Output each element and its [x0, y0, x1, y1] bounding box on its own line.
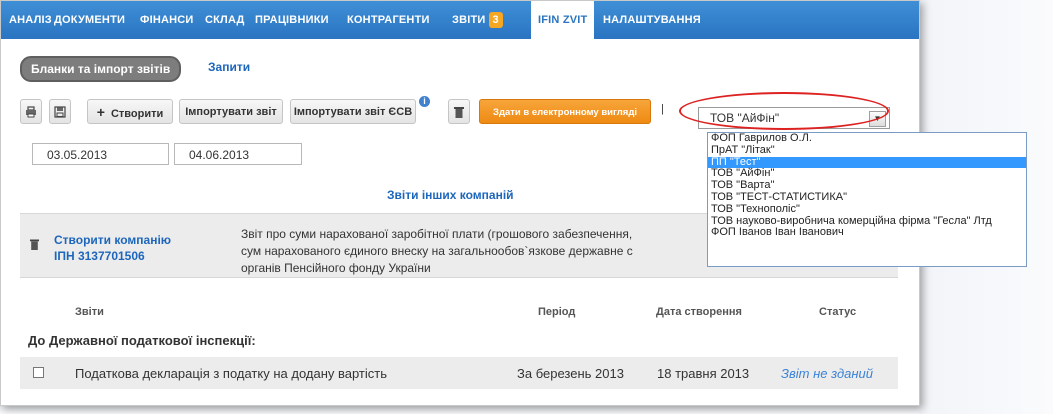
- company-option[interactable]: ТОВ "Технополіс": [708, 203, 1026, 216]
- column-header-period: Період: [538, 306, 576, 318]
- nav-employees[interactable]: ПРАЦІВНИКИ: [255, 1, 329, 39]
- row-checkbox[interactable]: [33, 367, 44, 378]
- create-button[interactable]: + Створити: [87, 99, 173, 124]
- dropdown-arrow-icon[interactable]: ▼: [869, 111, 886, 127]
- company-select[interactable]: ТОВ "АйФін" ▼: [698, 107, 890, 129]
- nav-finance[interactable]: ФІНАНСИ: [140, 1, 194, 39]
- date-from-input[interactable]: 03.05.2013: [32, 143, 169, 165]
- save-button[interactable]: [49, 99, 71, 124]
- nav-analysis[interactable]: АНАЛІЗ: [9, 1, 52, 39]
- other-companies-title: Звіти інших компаній: [387, 188, 514, 202]
- report-period: За березень 2013: [517, 366, 624, 381]
- import-esv-report-button[interactable]: Імпортувати звіт ЄСВ: [290, 99, 416, 124]
- trash-icon: [454, 107, 464, 118]
- company-option[interactable]: ФОП Іванов Іван Іванович: [708, 227, 1026, 239]
- group-tax-inspection: До Державної податкової інспекції:: [28, 333, 256, 348]
- reports-count-badge: 3: [488, 12, 503, 29]
- tab-requests[interactable]: Запити: [208, 60, 250, 74]
- report-description[interactable]: Звіт про суми нарахованої заробітної пла…: [241, 226, 701, 277]
- toolbar-separator: |: [661, 103, 664, 115]
- company-option[interactable]: ПрАТ "Літак": [708, 144, 1026, 157]
- top-navbar: АНАЛІЗ ДОКУМЕНТИ ФІНАНСИ СКЛАД ПРАЦІВНИК…: [1, 1, 919, 39]
- nav-reports-label: ЗВІТИ: [452, 14, 486, 26]
- plus-icon: +: [96, 104, 105, 120]
- column-header-status: Статус: [819, 306, 857, 318]
- nav-warehouse[interactable]: СКЛАД: [205, 1, 245, 39]
- report-name[interactable]: Податкова декларація з податку на додану…: [75, 366, 387, 381]
- date-to-input[interactable]: 04.06.2013: [174, 143, 302, 165]
- report-description-line: сум нарахованого єдиного внеску на загал…: [241, 244, 633, 258]
- submit-electronic-button[interactable]: Здати в електронному вигляді: [479, 99, 651, 124]
- column-header-reports: Звіти: [75, 306, 104, 318]
- column-header-created: Дата створення: [656, 306, 742, 318]
- print-icon: [26, 106, 36, 118]
- company-select-value: ТОВ "АйФін": [710, 111, 780, 125]
- print-button[interactable]: [20, 99, 42, 124]
- company-inn[interactable]: ІПН 3137701506: [54, 249, 145, 263]
- create-company-link[interactable]: Створити компанію: [54, 233, 171, 247]
- nav-ifin-zvit-tab[interactable]: IFIN ZVIT: [531, 1, 595, 39]
- page-shadow-bottom: [0, 405, 919, 414]
- tab-forms-import[interactable]: Бланки та імпорт звітів: [20, 56, 182, 82]
- nav-counterparties[interactable]: КОНТРАГЕНТИ: [347, 1, 430, 39]
- delete-button[interactable]: [448, 99, 470, 124]
- report-description-line: Звіт про суми нарахованої заробітної пла…: [241, 227, 633, 241]
- company-option[interactable]: ТОВ "ТЕСТ-СТАТИСТИКА": [708, 191, 1026, 204]
- nav-settings[interactable]: НАЛАШТУВАННЯ: [603, 1, 701, 39]
- import-report-button[interactable]: Імпортувати звіт: [179, 99, 283, 124]
- company-dropdown-list: ФОП Гаврилов О.Л. ПрАТ "Літак" ПП "Тест"…: [707, 132, 1027, 267]
- nav-reports[interactable]: ЗВІТИ 3: [452, 1, 503, 39]
- trash-icon[interactable]: [30, 239, 39, 250]
- report-description-line: органів Пенсійного фонду України: [241, 261, 431, 275]
- info-icon[interactable]: i: [419, 96, 430, 107]
- nav-documents[interactable]: ДОКУМЕНТИ: [54, 1, 125, 39]
- report-created-date: 18 травня 2013: [657, 366, 750, 381]
- create-button-label: Створити: [110, 108, 164, 120]
- report-status-link[interactable]: Звіт не зданий: [781, 366, 873, 381]
- save-icon: [54, 106, 66, 118]
